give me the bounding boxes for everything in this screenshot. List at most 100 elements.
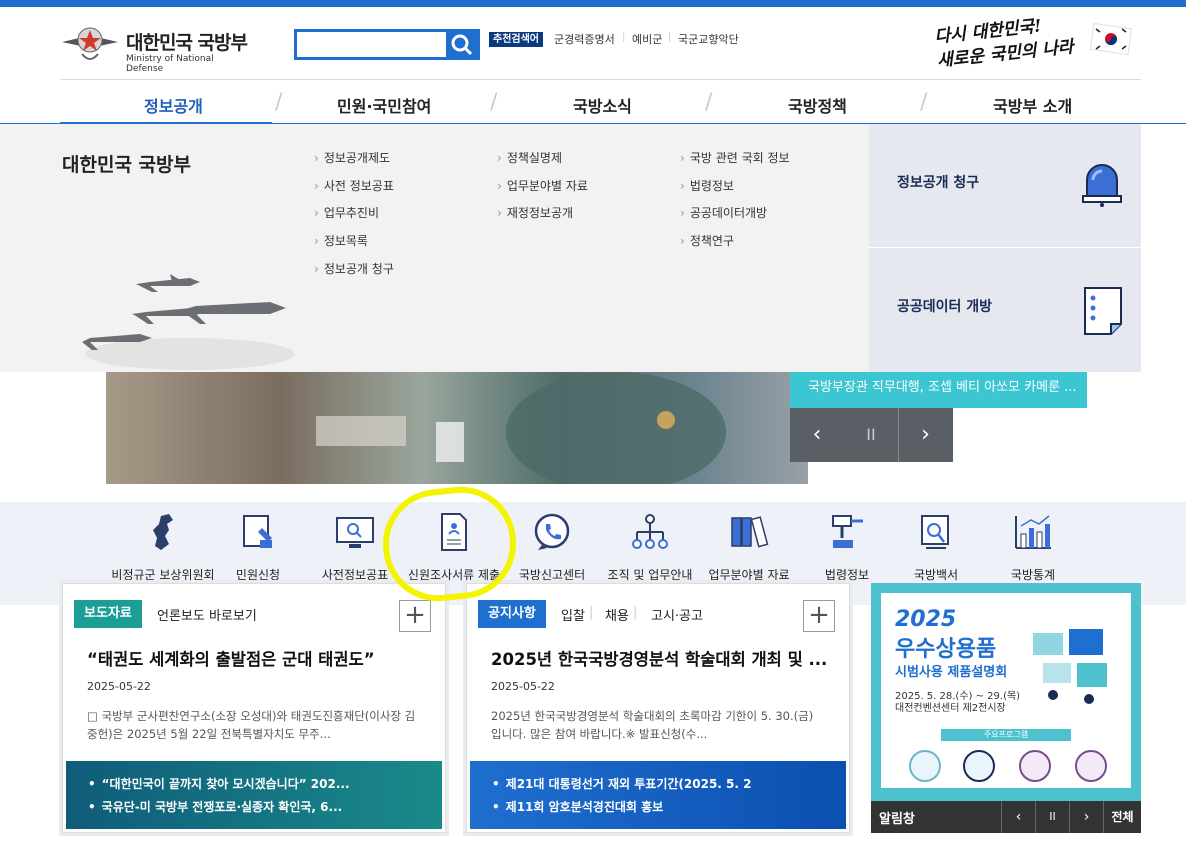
press-summary[interactable]: □ 국방부 군사편찬연구소(소장 오성대)와 태권도진흥재단(이사장 김중헌)은… bbox=[87, 707, 422, 743]
alarm-prev-button[interactable]: ‹ bbox=[1001, 801, 1035, 833]
mega-link[interactable]: 업무분야별 자료 bbox=[497, 177, 588, 194]
mega-link[interactable]: 재정정보공개 bbox=[497, 204, 573, 221]
banner-program-label: 주요프로그램 bbox=[941, 729, 1071, 741]
hero-prev-button[interactable]: ‹ bbox=[790, 408, 844, 462]
gnb-item-about[interactable]: 국방부 소개 bbox=[993, 93, 1072, 117]
notice-panel: 공지사항 입찰 | 채용 | 고시·공고 + 2025년 한국국방경영분석 학술… bbox=[466, 583, 850, 833]
press-release-panel: 보도자료 언론보도 바로보기 + “태권도 세계화의 출발점은 군대 태권도” … bbox=[62, 583, 446, 833]
gnb-item-info[interactable]: 정보공개 bbox=[144, 93, 203, 117]
notice-more-button[interactable]: + bbox=[803, 600, 835, 632]
quick-item-work-data[interactable]: 업무분야별 자료 bbox=[694, 512, 804, 592]
quick-item-organization[interactable]: 조직 및 업무안내 bbox=[595, 512, 705, 592]
quick-item-background-check[interactable]: 신원조사서류 제출 bbox=[399, 512, 509, 592]
alarm-label: 알림창 bbox=[879, 812, 915, 827]
quick-label: 국방백서 bbox=[913, 568, 959, 582]
quick-item-pre-disclosure[interactable]: 사전정보공표 bbox=[300, 512, 410, 592]
binders-icon bbox=[731, 516, 769, 548]
banner-title: 우수상용품 bbox=[895, 637, 997, 662]
gnb-separator: / bbox=[275, 90, 283, 115]
banner-subtitle: 시범사용 제품설명회 bbox=[895, 665, 1008, 680]
tab-bid[interactable]: 입찰 bbox=[561, 605, 585, 624]
quick-label: 민원신청 bbox=[235, 568, 281, 582]
korea-map-icon bbox=[153, 514, 173, 550]
gnb-item-news[interactable]: 국방소식 bbox=[573, 93, 632, 117]
keyword-separator: | bbox=[668, 32, 672, 43]
site-logo[interactable]: 대한민국 국방부 Ministry of National Defense bbox=[60, 18, 250, 74]
notice-summary[interactable]: 2025년 한국국방경영분석 학술대회의 초록마감 기한이 5. 30.(금) … bbox=[491, 707, 826, 743]
fighter-jets-image bbox=[80, 264, 300, 374]
search-button[interactable] bbox=[446, 29, 478, 60]
gnb-separator: / bbox=[490, 90, 498, 115]
tab-separator: | bbox=[589, 605, 594, 620]
gnb-item-policy[interactable]: 국방정책 bbox=[788, 93, 847, 117]
notice-link[interactable]: 제21대 대통령선거 재외 투표기간(2025. 5. 2 bbox=[492, 773, 846, 796]
phone-bubble-icon bbox=[534, 513, 570, 550]
mega-menu-title: 대한민국 국방부 bbox=[62, 154, 191, 176]
notice-date: 2025-05-22 bbox=[491, 680, 555, 693]
logo-title: 대한민국 국방부 bbox=[126, 32, 248, 54]
mega-menu: 대한민국 국방부 정보공개제도 사전 정보공표 업무추진비 정보목록 정보공개 … bbox=[0, 124, 1141, 372]
quick-label: 사전정보공표 bbox=[321, 568, 389, 582]
quick-item-civil-request[interactable]: 민원신청 bbox=[203, 512, 313, 592]
mega-link[interactable]: 국방 관련 국회 정보 bbox=[680, 149, 790, 166]
hero-controls: ‹ II › bbox=[790, 408, 953, 462]
info-request-box[interactable]: 정보공개 청구 bbox=[869, 124, 1141, 248]
hero-slide-image[interactable] bbox=[106, 372, 808, 492]
keyword-link[interactable]: 군경력증명서 bbox=[554, 31, 615, 47]
tab-announcement[interactable]: 고시·공고 bbox=[651, 605, 703, 624]
notice-link[interactable]: 제11회 암호분석경진대회 홍보 bbox=[492, 796, 846, 819]
notice-headline[interactable]: 2025년 한국국방경영분석 학술대회 개최 및 ... bbox=[491, 646, 831, 670]
exhibition-illustration bbox=[1033, 629, 1107, 704]
quick-label: 국방신고센터 bbox=[518, 568, 586, 582]
mega-link[interactable]: 공공데이터개방 bbox=[680, 204, 767, 221]
press-more-button[interactable]: + bbox=[399, 600, 431, 632]
quick-item-white-paper[interactable]: 국방백서 bbox=[881, 512, 991, 592]
hero-caption[interactable]: 국방부장관 직무대행, 조셉 베티 아쏘모 카메룬 ... bbox=[790, 372, 1087, 408]
mega-link[interactable]: 정보공개제도 bbox=[314, 149, 390, 166]
quick-label: 신원조사서류 제출 bbox=[407, 568, 501, 582]
program-icons bbox=[909, 750, 1107, 782]
press-link[interactable]: 국유단-미 국방부 전쟁포로·실종자 확인국, 6... bbox=[88, 796, 442, 819]
alarm-control-bar: 알림창 ‹ II › 전체 bbox=[871, 801, 1141, 833]
quick-item-report-center[interactable]: 국방신고센터 bbox=[497, 512, 607, 592]
keyword-separator: | bbox=[622, 32, 626, 43]
tab-recruit[interactable]: 채용 bbox=[605, 605, 629, 624]
keyword-link[interactable]: 예비군 bbox=[632, 31, 662, 47]
hero-next-button[interactable]: › bbox=[898, 408, 952, 462]
monitor-search-icon bbox=[336, 517, 374, 548]
notice-links-box: 제21대 대통령선거 재외 투표기간(2025. 5. 2 제11회 암호분석경… bbox=[470, 761, 846, 829]
top-blue-bar bbox=[0, 0, 1186, 7]
quick-label: 국방통계 bbox=[1010, 568, 1056, 582]
alarm-bell-icon bbox=[1082, 164, 1122, 207]
open-data-box[interactable]: 공공데이터 개방 bbox=[869, 248, 1141, 372]
banner-year: 2025 bbox=[895, 607, 957, 632]
mega-link[interactable]: 사전 정보공표 bbox=[314, 177, 394, 194]
info-request-label: 정보공개 청구 bbox=[897, 175, 980, 191]
press-link[interactable]: “대한민국이 끝까지 찾아 모시겠습니다” 202... bbox=[88, 773, 442, 796]
hero-pause-button[interactable]: II bbox=[844, 408, 898, 462]
open-data-label: 공공데이터 개방 bbox=[897, 299, 993, 315]
mega-link[interactable]: 정보공개 청구 bbox=[314, 260, 394, 277]
quick-item-statistics[interactable]: 국방통계 bbox=[978, 512, 1088, 592]
press-headline[interactable]: “태권도 세계화의 출발점은 군대 태권도” bbox=[87, 646, 427, 670]
search-box bbox=[294, 29, 480, 60]
mega-link[interactable]: 법령정보 bbox=[680, 177, 734, 194]
popup-banner[interactable]: 2025 우수상용품 시범사용 제품설명회 2025. 5. 28.(수) ~ … bbox=[871, 583, 1141, 833]
keyword-link[interactable]: 국군교향악단 bbox=[678, 31, 739, 47]
mega-link[interactable]: 업무추진비 bbox=[314, 204, 379, 221]
tab-media-report[interactable]: 언론보도 바로보기 bbox=[157, 605, 257, 624]
tab-press-release[interactable]: 보도자료 bbox=[74, 600, 142, 628]
quick-label: 업무분야별 자료 bbox=[708, 568, 790, 582]
alarm-pause-button[interactable]: II bbox=[1035, 801, 1069, 833]
search-input[interactable] bbox=[297, 32, 447, 57]
alarm-next-button[interactable]: › bbox=[1069, 801, 1103, 833]
mega-link[interactable]: 정보목록 bbox=[314, 232, 368, 249]
mega-link[interactable]: 정책연구 bbox=[680, 232, 734, 249]
quick-item-compensation[interactable]: 비정규군 보상위원회 bbox=[108, 512, 218, 592]
gavel-icon bbox=[832, 515, 863, 548]
gnb-item-civil[interactable]: 민원·국민참여 bbox=[337, 93, 431, 117]
tab-notice[interactable]: 공지사항 bbox=[478, 600, 546, 628]
gnb-separator: / bbox=[705, 90, 713, 115]
mega-link[interactable]: 정책실명제 bbox=[497, 149, 562, 166]
alarm-all-button[interactable]: 전체 bbox=[1103, 801, 1141, 833]
